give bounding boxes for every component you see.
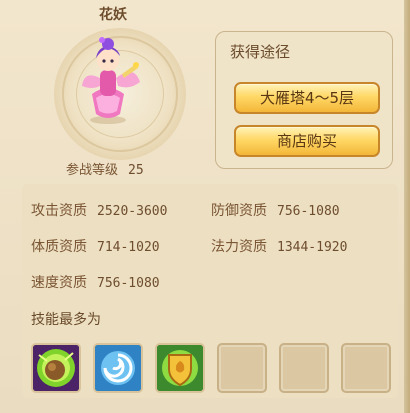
shield-skill-icon[interactable] xyxy=(155,343,205,393)
whirlwind-skill-icon[interactable] xyxy=(93,343,143,393)
battle-level-label: 参战等级 xyxy=(66,163,119,178)
obtain-title: 获得途径 xyxy=(230,43,291,61)
pet-name: 花妖 xyxy=(99,7,127,23)
stat-speed-label: 速度资质 xyxy=(31,275,87,291)
stat-constitution: 体质资质 714-1020 xyxy=(31,236,160,256)
stat-constitution-value: 714-1020 xyxy=(97,240,160,255)
empty-skill-slot xyxy=(217,343,267,393)
stat-mana-label: 法力资质 xyxy=(211,239,267,255)
stat-defense: 防御资质 756-1080 xyxy=(211,200,340,220)
stats-panel: 攻击资质 2520-3600 防御资质 756-1080 体质资质 714-1020 … xyxy=(22,184,398,398)
obtain-panel: 获得途径 大雁塔4～5层 商店购买 xyxy=(215,31,393,169)
stat-attack: 攻击资质 2520-3600 xyxy=(31,200,167,220)
pet-sprite-icon[interactable] xyxy=(78,34,148,126)
stat-defense-label: 防御资质 xyxy=(211,203,267,219)
shop-buy-button[interactable]: 商店购买 xyxy=(234,125,380,157)
stat-defense-value: 756-1080 xyxy=(277,204,340,219)
dayanta-button[interactable]: 大雁塔4～5层 xyxy=(234,82,380,114)
boulder-skill-icon[interactable] xyxy=(31,343,81,393)
skills-max-label: 技能最多为 xyxy=(31,312,101,328)
pet-detail-panel: 花妖 参战等级 25 获得途径 大雁塔4～5层 商店购买 攻击资质 2520-360… xyxy=(0,0,410,413)
empty-skill-slot xyxy=(341,343,391,393)
stat-speed: 速度资质 756-1080 xyxy=(31,272,160,292)
panel-edge xyxy=(404,0,410,413)
stat-speed-value: 756-1080 xyxy=(97,276,160,291)
stat-attack-value: 2520-3600 xyxy=(97,204,168,219)
empty-skill-slot xyxy=(279,343,329,393)
battle-level-value: 25 xyxy=(128,163,144,178)
stat-attack-label: 攻击资质 xyxy=(31,203,87,219)
stat-constitution-label: 体质资质 xyxy=(31,239,87,255)
stat-mana: 法力资质 1344-1920 xyxy=(211,236,347,256)
battle-level: 参战等级 25 xyxy=(66,159,144,178)
stat-mana-value: 1344-1920 xyxy=(277,240,348,255)
